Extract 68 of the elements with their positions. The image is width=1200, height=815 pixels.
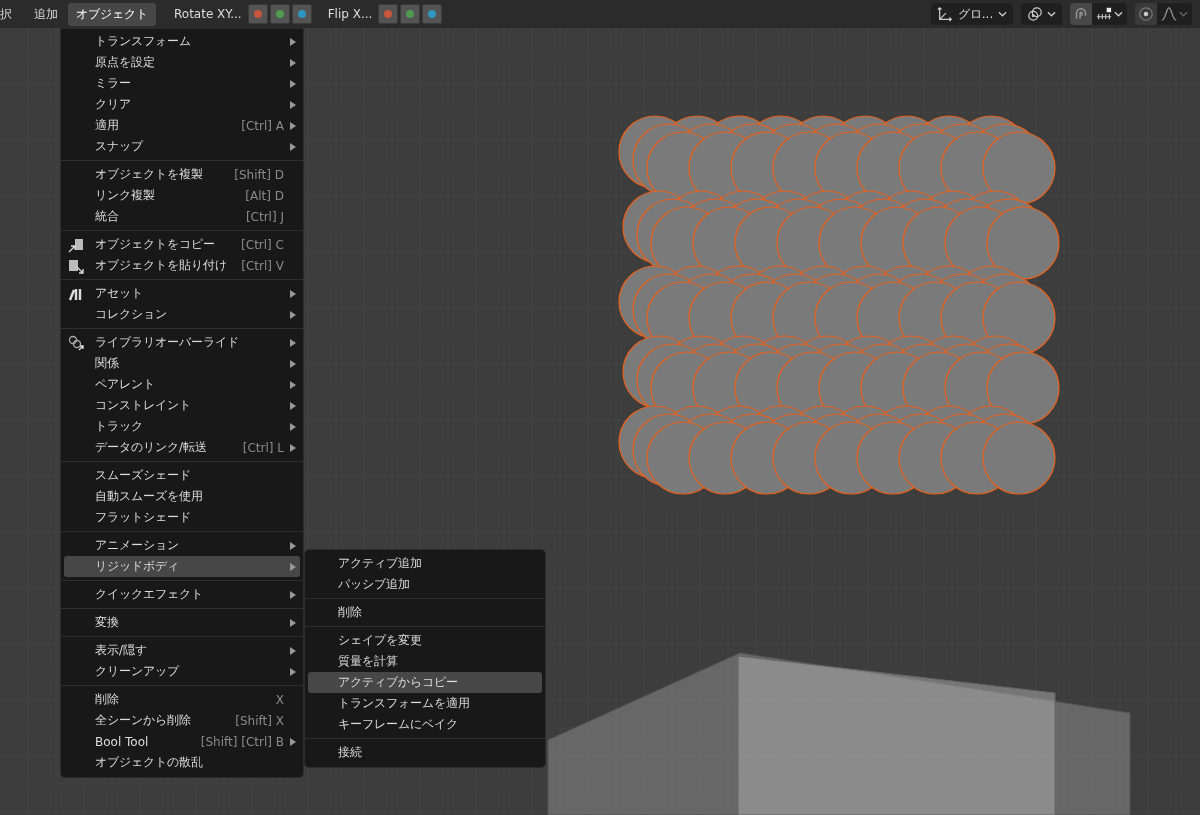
- menu-item[interactable]: コンストレイント: [64, 395, 300, 416]
- clipboard-icon: [68, 257, 84, 274]
- menu-item[interactable]: トラック: [64, 416, 300, 437]
- menu-item[interactable]: トランスフォーム: [64, 31, 300, 52]
- menu-item[interactable]: クイックエフェクト: [64, 584, 300, 605]
- menu-item[interactable]: ペアレント: [64, 374, 300, 395]
- menu-item[interactable]: スムーズシェード: [64, 465, 300, 486]
- menu-item[interactable]: クリア: [64, 94, 300, 115]
- menu-item[interactable]: パッシブ追加: [308, 574, 542, 595]
- magnet-button[interactable]: [1070, 3, 1092, 25]
- tool-label: Rotate XY...: [174, 7, 242, 21]
- menu-item[interactable]: 原点を設定: [64, 52, 300, 73]
- menu-item[interactable]: スナップ: [64, 136, 300, 157]
- menu-item[interactable]: フラットシェード: [64, 507, 300, 528]
- menu-item[interactable]: アニメーション: [64, 535, 300, 556]
- menu-item[interactable]: オブジェクトの散乱: [64, 752, 300, 773]
- menu-item[interactable]: コレクション: [64, 304, 300, 325]
- curve-icon: [1161, 6, 1177, 22]
- chevron-icon: [1179, 11, 1188, 17]
- chevron-icon: [1047, 11, 1056, 17]
- menu-item[interactable]: ライブラリオーバーライド: [64, 332, 300, 353]
- menu-item[interactable]: 削除 X: [64, 689, 300, 710]
- menu-button[interactable]: 択: [0, 2, 20, 26]
- menu-item[interactable]: トランスフォームを適用: [308, 693, 542, 714]
- menu-item[interactable]: リンク複製 [Alt] D: [64, 185, 300, 206]
- menu-item[interactable]: 変換: [64, 612, 300, 633]
- chain-link-icon: [68, 334, 84, 351]
- menu-item[interactable]: アクティブからコピー: [308, 672, 542, 693]
- pivot-dropdown[interactable]: [1021, 3, 1062, 25]
- menu-button[interactable]: 追加: [26, 2, 66, 26]
- axes-icon: [937, 6, 953, 22]
- menu-item[interactable]: 適用 [Ctrl] A: [64, 115, 300, 136]
- menu-item[interactable]: アセット: [64, 283, 300, 304]
- clipboard-icon: [68, 236, 84, 253]
- menu-item[interactable]: データのリンク/転送 [Ctrl] L: [64, 437, 300, 458]
- axis-button[interactable]: [247, 4, 268, 24]
- menu-item[interactable]: 統合 [Ctrl] J: [64, 206, 300, 227]
- axis-button[interactable]: [291, 4, 312, 24]
- menu-item[interactable]: 関係: [64, 353, 300, 374]
- menu-button[interactable]: オブジェクト: [68, 2, 156, 26]
- orientation-dropdown[interactable]: グロ...: [931, 3, 1013, 25]
- pivot-icon: [1027, 6, 1043, 22]
- menu-item[interactable]: Bool Tool [Shift] [Ctrl] B: [64, 731, 300, 752]
- chevron-icon: [998, 11, 1007, 17]
- menu-item[interactable]: アクティブ追加: [308, 553, 542, 574]
- tool-label: Flip X...: [327, 7, 373, 21]
- menu-item[interactable]: クリーンアップ: [64, 661, 300, 682]
- menu-item[interactable]: ミラー: [64, 73, 300, 94]
- menu-item[interactable]: リジッドボディ: [64, 556, 300, 577]
- target-icon: [1138, 6, 1154, 22]
- axis-button[interactable]: [400, 4, 421, 24]
- proportional-edit-button[interactable]: [1135, 3, 1157, 25]
- menu-item[interactable]: オブジェクトを複製 [Shift] D: [64, 164, 300, 185]
- menu-item[interactable]: 削除: [308, 602, 542, 623]
- menu-item[interactable]: シェイプを変更: [308, 630, 542, 651]
- axis-button[interactable]: [378, 4, 399, 24]
- menu-item[interactable]: 表示/隠す: [64, 640, 300, 661]
- axis-button[interactable]: [422, 4, 443, 24]
- menu-item[interactable]: キーフレームにベイク: [308, 714, 542, 735]
- menu-item[interactable]: オブジェクトをコピー [Ctrl] C: [64, 234, 300, 255]
- menu-item[interactable]: オブジェクトを貼り付け [Ctrl] V: [64, 255, 300, 276]
- menu-item[interactable]: 接続: [308, 742, 542, 763]
- menu-item[interactable]: 質量を計算: [308, 651, 542, 672]
- menu-item[interactable]: 自動スムーズを使用: [64, 486, 300, 507]
- chevron-icon: [1114, 11, 1123, 17]
- increment-icon: [1096, 6, 1112, 22]
- menu-item[interactable]: 全シーンから削除 [Shift] X: [64, 710, 300, 731]
- axis-button[interactable]: [269, 4, 290, 24]
